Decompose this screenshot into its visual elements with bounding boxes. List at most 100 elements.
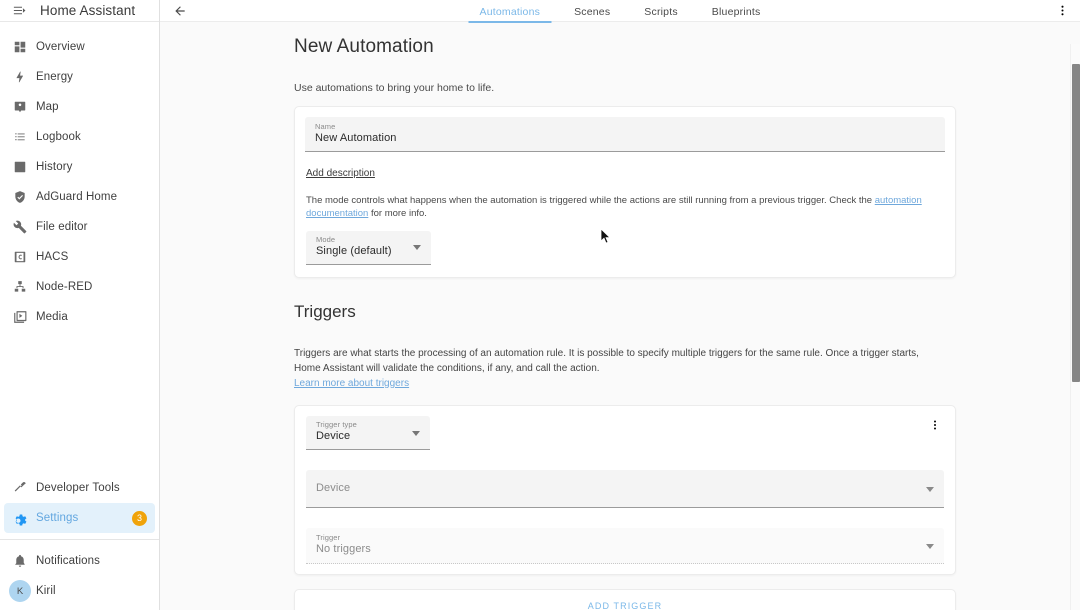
- tab-blueprints[interactable]: Blueprints: [695, 6, 778, 22]
- page-header: New Automation Use automations to bring …: [160, 22, 1080, 94]
- mode-select-label: Mode: [316, 234, 336, 244]
- sidebar-item-hacs[interactable]: HACS: [4, 242, 155, 272]
- editor-tabs: Automations Scenes Scripts Blueprints: [462, 0, 778, 23]
- page-title: New Automation: [294, 36, 434, 57]
- triggers-description: Triggers are what starts the processing …: [160, 346, 1080, 391]
- add-description-link[interactable]: Add description: [306, 168, 375, 179]
- sidebar-item-label: Developer Tools: [36, 482, 120, 494]
- sidebar-item-node-red[interactable]: Node-RED: [4, 272, 155, 302]
- sidebar-item-label: Media: [36, 311, 68, 323]
- view-dashboard-icon: [4, 40, 36, 54]
- device-picker[interactable]: Device: [306, 470, 944, 509]
- sidebar-item-overview[interactable]: Overview: [4, 32, 155, 62]
- tab-scenes[interactable]: Scenes: [557, 6, 627, 22]
- sidebar-item-map[interactable]: Map: [4, 92, 155, 122]
- cog-icon: [4, 511, 36, 526]
- sidebar-item-label: Kiril: [36, 585, 56, 597]
- sidebar-item-label: File editor: [36, 221, 88, 233]
- trigger-picker[interactable]: Trigger No triggers: [306, 528, 944, 565]
- sidebar-header: Home Assistant: [0, 0, 159, 22]
- name-input-label: Name: [315, 122, 336, 131]
- avatar: K: [4, 580, 36, 602]
- trigger-picker-value: No triggers: [316, 543, 371, 556]
- tab-automations[interactable]: Automations: [462, 6, 557, 23]
- mode-row: Mode Single (default): [295, 221, 955, 277]
- hacs-c-icon: [4, 250, 36, 264]
- sidebar-item-label: Logbook: [36, 131, 81, 143]
- chart-box-icon: [4, 160, 36, 174]
- name-input-value: New Automation: [315, 132, 397, 145]
- settings-badge: 3: [132, 510, 147, 526]
- vertical-scrollbar[interactable]: [1070, 44, 1080, 610]
- sidebar-item-label: History: [36, 161, 73, 173]
- menu-open-icon[interactable]: [8, 0, 30, 22]
- triggers-description-text: Triggers are what starts the processing …: [294, 348, 919, 374]
- trigger-type-wrap: Trigger type Device: [295, 406, 955, 451]
- sidebar-item-energy[interactable]: Energy: [4, 62, 155, 92]
- trigger-type-select[interactable]: Trigger type Device: [306, 416, 430, 451]
- name-input[interactable]: Name New Automation: [305, 117, 945, 153]
- mode-help-after: for more info.: [368, 208, 427, 219]
- content-inner: New Automation Use automations to bring …: [160, 22, 1080, 610]
- trigger-type-value: Device: [316, 430, 351, 443]
- chevron-down-icon: [412, 430, 420, 436]
- sitemap-icon: [4, 280, 36, 294]
- trigger-card-overflow-menu[interactable]: [927, 416, 943, 434]
- sidebar-bottom: Developer Tools Settings 3 Notifications…: [0, 473, 159, 610]
- main-area: Automations Scenes Scripts Blueprints Ne…: [160, 0, 1080, 610]
- sidebar-item-label: Settings: [36, 512, 79, 524]
- map-marker-account-icon: [4, 100, 36, 114]
- home-assistant-app: Home Assistant Overview Energy Map Logbo…: [0, 0, 1080, 610]
- sidebar-item-media[interactable]: Media: [4, 302, 155, 332]
- chevron-down-icon: [926, 486, 934, 492]
- back-button[interactable]: [160, 0, 200, 22]
- scrollbar-thumb[interactable]: [1072, 64, 1080, 382]
- mode-help-text: The mode controls what happens when the …: [306, 195, 943, 221]
- app-title: Home Assistant: [40, 3, 136, 18]
- shield-check-icon: [4, 190, 36, 204]
- trigger-picker-label: Trigger: [316, 533, 341, 543]
- chevron-down-icon: [926, 543, 934, 549]
- add-trigger-button[interactable]: ADD TRIGGER: [294, 589, 956, 610]
- dots-vertical-icon: [1056, 4, 1069, 17]
- wrench-icon: [4, 220, 36, 234]
- dots-vertical-icon: [929, 419, 941, 431]
- page-subtitle: Use automations to bring your home to li…: [294, 82, 495, 94]
- sidebar-item-history[interactable]: History: [4, 152, 155, 182]
- hammer-icon: [4, 481, 36, 495]
- device-picker-value: Device: [316, 482, 351, 495]
- sidebar-item-adguard-home[interactable]: AdGuard Home: [4, 182, 155, 212]
- sidebar-item-label: Energy: [36, 71, 74, 83]
- overflow-menu-button[interactable]: [1052, 0, 1072, 22]
- arrow-left-icon: [173, 4, 187, 18]
- play-box-multiple-icon: [4, 310, 36, 324]
- sidebar-nav: Overview Energy Map Logbook History AdGu…: [0, 22, 159, 473]
- sidebar-divider: [0, 539, 159, 540]
- sidebar-item-label: Notifications: [36, 555, 100, 567]
- top-toolbar: Automations Scenes Scripts Blueprints: [160, 0, 1080, 23]
- tab-scripts[interactable]: Scripts: [627, 6, 695, 22]
- learn-more-about-triggers-link[interactable]: Learn more about triggers: [294, 378, 409, 389]
- format-list-bulleted-icon: [4, 130, 36, 144]
- sidebar-item-label: AdGuard Home: [36, 191, 118, 203]
- trigger-card: Trigger type Device Device Trigger No tr…: [294, 405, 956, 576]
- sidebar-item-developer-tools[interactable]: Developer Tools: [4, 473, 155, 503]
- bell-icon: [4, 554, 36, 568]
- sidebar: Home Assistant Overview Energy Map Logbo…: [0, 0, 160, 610]
- automation-settings-card: Name New Automation Add description The …: [294, 106, 956, 278]
- mode-help-before: The mode controls what happens when the …: [306, 195, 875, 207]
- trigger-type-label: Trigger type: [316, 420, 357, 429]
- triggers-section-title: Triggers: [294, 302, 356, 321]
- sidebar-item-label: Node-RED: [36, 281, 93, 293]
- mode-select[interactable]: Mode Single (default): [306, 230, 431, 265]
- sidebar-item-logbook[interactable]: Logbook: [4, 122, 155, 152]
- sidebar-item-notifications[interactable]: Notifications: [4, 546, 155, 576]
- mode-select-value: Single (default): [316, 245, 392, 258]
- lightning-bolt-icon: [4, 70, 36, 84]
- sidebar-item-user-profile[interactable]: K Kiril: [4, 576, 155, 606]
- sidebar-item-file-editor[interactable]: File editor: [4, 212, 155, 242]
- sidebar-item-label: Overview: [36, 41, 85, 53]
- sidebar-item-settings[interactable]: Settings 3: [4, 503, 155, 533]
- avatar-initial: K: [9, 580, 31, 602]
- chevron-down-icon: [413, 245, 421, 251]
